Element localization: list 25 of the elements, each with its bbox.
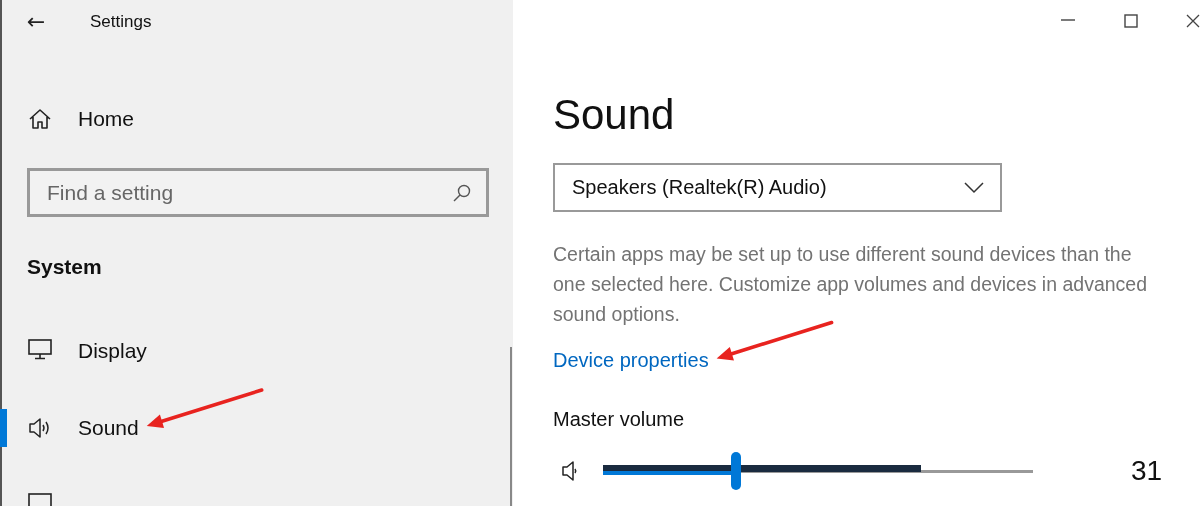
search-icon[interactable]: [452, 182, 472, 203]
speaker-icon[interactable]: [561, 459, 579, 483]
slider-thumb[interactable]: [731, 451, 742, 490]
page-title: Sound: [553, 91, 676, 139]
search-field[interactable]: Find a setting: [30, 180, 452, 205]
maximize-button[interactable]: [1123, 14, 1139, 28]
volume-label: Master volume: [553, 408, 686, 431]
sidebar-item[interactable]: Display: [2, 331, 513, 371]
sidebar-item[interactable]: Sound: [2, 408, 513, 448]
back-button[interactable]: ←: [24, 10, 48, 34]
close-button[interactable]: [1186, 14, 1200, 28]
home-icon: [28, 107, 52, 131]
device-dropdown[interactable]: Speakers (Realtek(R) Audio): [553, 163, 1002, 212]
window-title: Settings: [90, 12, 152, 32]
volume-value: 31: [1131, 456, 1163, 486]
scrollbar[interactable]: [510, 347, 512, 506]
section-heading: System: [27, 255, 103, 279]
search-box[interactable]: Find a setting: [27, 168, 489, 217]
selection-indicator: [0, 409, 7, 447]
device-properties-link[interactable]: Device properties: [553, 349, 709, 372]
volume-slider[interactable]: [603, 452, 1033, 490]
description-text: Certain apps may be set up to use different sound devices than the one selected here. Customize app volumes and devices in advanced sound options.: [553, 242, 1149, 327]
home-item[interactable]: Home: [2, 99, 513, 139]
chevron-down-icon: [964, 181, 984, 194]
speaker-icon: [28, 416, 52, 440]
